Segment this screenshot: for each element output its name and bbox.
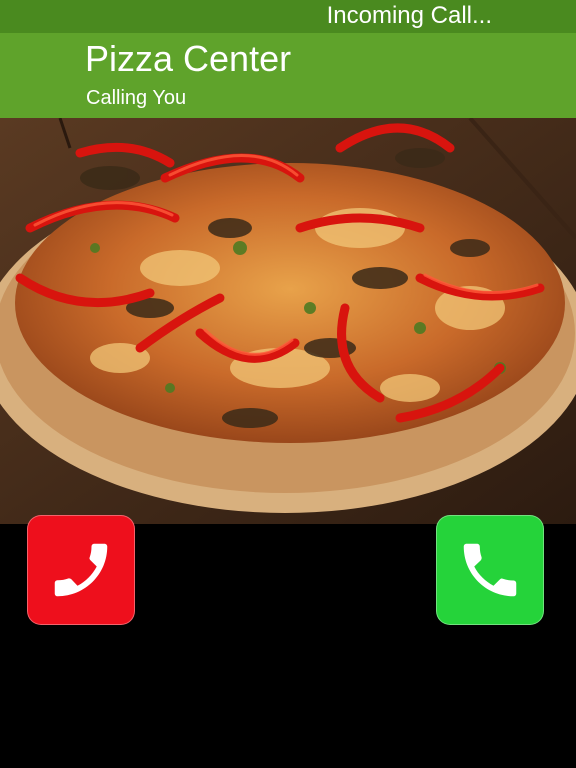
caller-subtitle: Calling You [86,87,187,109]
accept-call-button[interactable] [436,515,544,625]
incoming-call-status: Incoming Call... [326,2,492,29]
decline-call-button[interactable] [27,515,135,625]
caller-photo [0,118,576,524]
caller-header: Pizza Center Calling You [0,33,576,118]
caller-name: Pizza Center [85,38,292,79]
pizza-image [0,118,576,524]
phone-hangup-icon [54,543,108,597]
status-bar: Incoming Call... [0,0,576,33]
phone-icon [463,543,517,597]
